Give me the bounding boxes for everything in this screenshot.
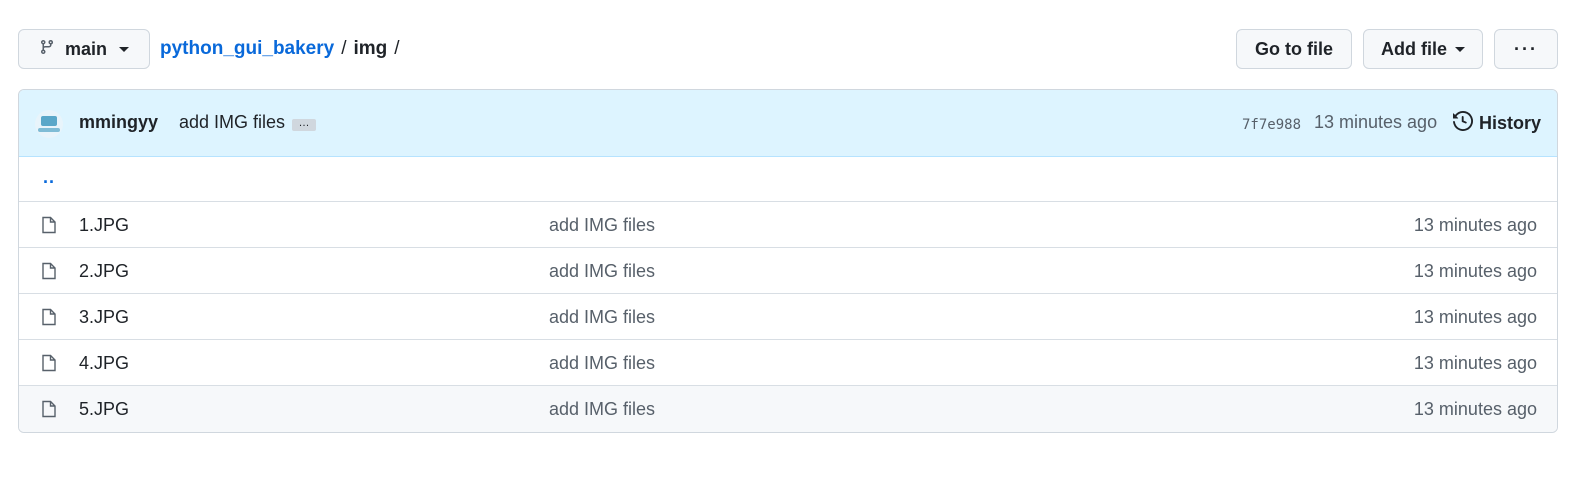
branch-name: main — [65, 38, 108, 59]
go-to-file-button[interactable]: Go to file — [1236, 29, 1352, 69]
breadcrumb-separator: / — [341, 38, 347, 59]
history-label: History — [1479, 113, 1542, 133]
avatar[interactable] — [35, 110, 63, 138]
history-button[interactable]: History — [1453, 110, 1542, 136]
file-commit-message[interactable]: add IMG files — [549, 399, 655, 420]
file-icon — [41, 308, 57, 331]
breadcrumb-current-dir: img — [353, 38, 388, 59]
breadcrumb: python_gui_bakery / img / — [160, 29, 407, 69]
file-commit-message[interactable]: add IMG files — [549, 353, 655, 374]
file-row[interactable]: 5.JPG add IMG files 13 minutes ago — [19, 386, 1557, 432]
file-row[interactable]: 1.JPG add IMG files 13 minutes ago — [19, 202, 1557, 248]
file-navigation: main python_gui_bakery / img / Go to fil… — [18, 29, 1558, 69]
commit-message[interactable]: add IMG files — [179, 112, 285, 133]
file-row[interactable]: 2.JPG add IMG files 13 minutes ago — [19, 248, 1557, 294]
commit-author[interactable]: mmingyy — [79, 112, 158, 133]
git-branch-icon — [39, 39, 55, 60]
file-name[interactable]: 4.JPG — [79, 353, 129, 374]
file-commit-message[interactable]: add IMG files — [549, 307, 655, 328]
caret-down-icon — [119, 46, 130, 52]
breadcrumb-repo-link[interactable]: python_gui_bakery — [160, 38, 334, 60]
commit-time: 13 minutes ago — [1314, 112, 1438, 132]
file-name[interactable]: 3.JPG — [79, 307, 129, 328]
commit-sha[interactable]: 7f7e988 — [1242, 117, 1301, 133]
file-icon — [41, 400, 57, 423]
file-icon — [41, 354, 57, 377]
expand-commit-button[interactable]: … — [292, 118, 316, 131]
file-name[interactable]: 1.JPG — [79, 215, 129, 236]
breadcrumb-separator: / — [394, 38, 400, 59]
file-commit-time: 13 minutes ago — [1413, 307, 1537, 327]
file-commit-time: 13 minutes ago — [1413, 399, 1537, 419]
file-table: mmingyy add IMG files … 7f7e988 13 minut… — [18, 89, 1558, 433]
branch-selector-button[interactable]: main — [18, 29, 150, 69]
parent-directory-link[interactable]: .. — [43, 167, 55, 188]
more-options-button[interactable]: ··· — [1494, 29, 1558, 69]
file-row[interactable]: 3.JPG add IMG files 13 minutes ago — [19, 294, 1557, 340]
file-commit-message[interactable]: add IMG files — [549, 215, 655, 236]
parent-directory-row[interactable]: .. — [19, 157, 1557, 202]
file-icon — [41, 262, 57, 285]
file-row[interactable]: 4.JPG add IMG files 13 minutes ago — [19, 340, 1557, 386]
file-commit-time: 13 minutes ago — [1413, 353, 1537, 373]
file-commit-message[interactable]: add IMG files — [549, 261, 655, 282]
file-name[interactable]: 5.JPG — [79, 399, 129, 420]
history-icon — [1453, 110, 1474, 136]
add-file-button[interactable]: Add file — [1363, 29, 1483, 69]
file-commit-time: 13 minutes ago — [1413, 215, 1537, 235]
add-file-label: Add file — [1381, 38, 1447, 59]
caret-down-icon — [1455, 46, 1465, 52]
latest-commit-bar: mmingyy add IMG files … 7f7e988 13 minut… — [19, 90, 1557, 157]
file-commit-time: 13 minutes ago — [1413, 261, 1537, 281]
file-name[interactable]: 2.JPG — [79, 261, 129, 282]
file-icon — [41, 216, 57, 239]
